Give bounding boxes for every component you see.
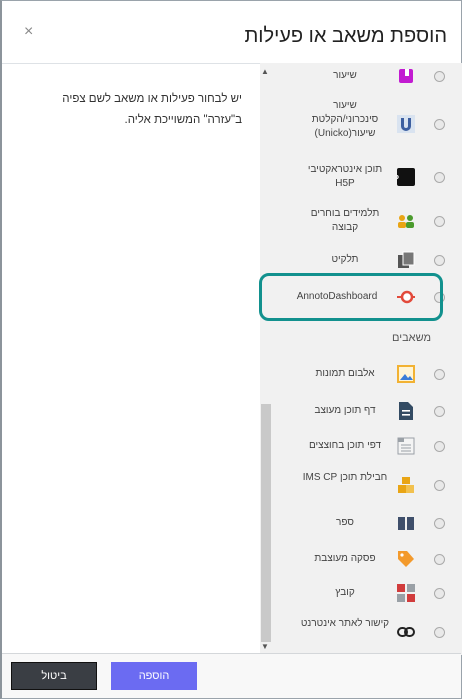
radio-unicko[interactable]: [434, 119, 445, 130]
list-scrollbar[interactable]: ▲ ▼: [260, 63, 272, 655]
resource-label: דפי תוכן בחוצצים: [308, 440, 382, 451]
radio-photo-album[interactable]: [434, 369, 445, 380]
group-choice-icon: [397, 212, 415, 230]
help-text: יש לבחור פעילות או משאב לשם צפיה ב"עזרה"…: [62, 93, 242, 126]
unicko-icon: [397, 115, 415, 133]
resource-label: אלבום תמונות: [315, 368, 375, 379]
resource-item-label[interactable]: פסקה מעוצבת: [272, 548, 462, 570]
resource-label: דף תוכן מעוצב: [314, 405, 376, 416]
resource-label: פסקה מעוצבת: [314, 553, 376, 564]
cancel-button[interactable]: ביטול: [11, 662, 97, 690]
label-tag-icon: [397, 550, 415, 568]
resource-label: ספר: [336, 517, 354, 528]
page-icon: [397, 402, 415, 420]
radio-group-choice[interactable]: [434, 216, 445, 227]
lesson-icon: [397, 67, 415, 85]
radio-portfolio[interactable]: [434, 255, 445, 266]
file-icon: [397, 584, 415, 602]
photo-album-icon: [397, 365, 415, 383]
add-button[interactable]: הוספה: [111, 662, 197, 690]
add-activity-dialog: הוספת משאב או פעילות × יש לבחור פעילות א…: [0, 0, 462, 699]
radio-label[interactable]: [434, 554, 445, 565]
resource-item-url[interactable]: קישור לאתר אינטרנט: [272, 615, 462, 649]
activity-label: תוכן אינטראקטיבי H5P: [307, 164, 383, 189]
close-icon[interactable]: ×: [24, 23, 33, 41]
resource-label: קישור לאתר אינטרנט: [300, 618, 390, 629]
activity-label: שיעור סינכרוני/הקלטת שיעור(Unicko): [311, 100, 379, 139]
ims-package-icon: [397, 476, 415, 494]
portfolio-icon: [397, 251, 415, 269]
resource-item-ims-cp[interactable]: חבילת תוכן IMS CP: [272, 469, 462, 501]
activity-item-group-choice[interactable]: תלמידים בוחרים קבוצה: [272, 205, 462, 237]
activity-label: תלקיט: [331, 254, 359, 265]
resource-item-photo-album[interactable]: אלבום תמונות: [272, 363, 462, 385]
radio-page[interactable]: [434, 406, 445, 417]
activity-item-h5p[interactable]: H5P תוכן אינטראקטיבי H5P: [272, 161, 462, 193]
resource-label: קובץ: [335, 587, 355, 598]
tabbed-pages-icon: [397, 437, 415, 455]
resource-item-page[interactable]: דף תוכן מעוצב: [272, 400, 462, 422]
radio-lesson[interactable]: [434, 71, 445, 82]
radio-tabbed-pages[interactable]: [434, 441, 445, 452]
dialog-title: הוספת משאב או פעילות: [244, 25, 447, 47]
scroll-down-icon[interactable]: ▼: [261, 642, 269, 651]
activity-label: תלמידים בוחרים קבוצה: [310, 208, 380, 233]
book-icon: [397, 514, 415, 532]
resource-label: חבילת תוכן IMS CP: [302, 472, 388, 483]
h5p-icon: H5P: [397, 168, 415, 186]
resource-item-file[interactable]: קובץ: [272, 582, 462, 604]
activity-label: שיעור: [333, 70, 357, 81]
radio-file[interactable]: [434, 588, 445, 599]
radio-url[interactable]: [434, 627, 445, 638]
radio-book[interactable]: [434, 518, 445, 529]
activity-item-unicko[interactable]: שיעור סינכרוני/הקלטת שיעור(Unicko): [272, 97, 462, 155]
scrollbar-thumb[interactable]: [261, 404, 271, 642]
activity-item-portfolio[interactable]: תלקיט: [272, 249, 462, 271]
resources-heading: משאבים: [392, 332, 432, 344]
activity-item-lesson[interactable]: שיעור: [272, 65, 462, 87]
url-link-icon: [397, 623, 415, 641]
resource-item-tabbed-pages[interactable]: דפי תוכן בחוצצים: [272, 435, 462, 457]
annoto-highlight-box: [259, 273, 443, 321]
scroll-up-icon[interactable]: ▲: [261, 67, 269, 76]
radio-ims-cp[interactable]: [434, 480, 445, 491]
resource-item-book[interactable]: ספר: [272, 512, 462, 534]
radio-h5p[interactable]: [434, 172, 445, 183]
